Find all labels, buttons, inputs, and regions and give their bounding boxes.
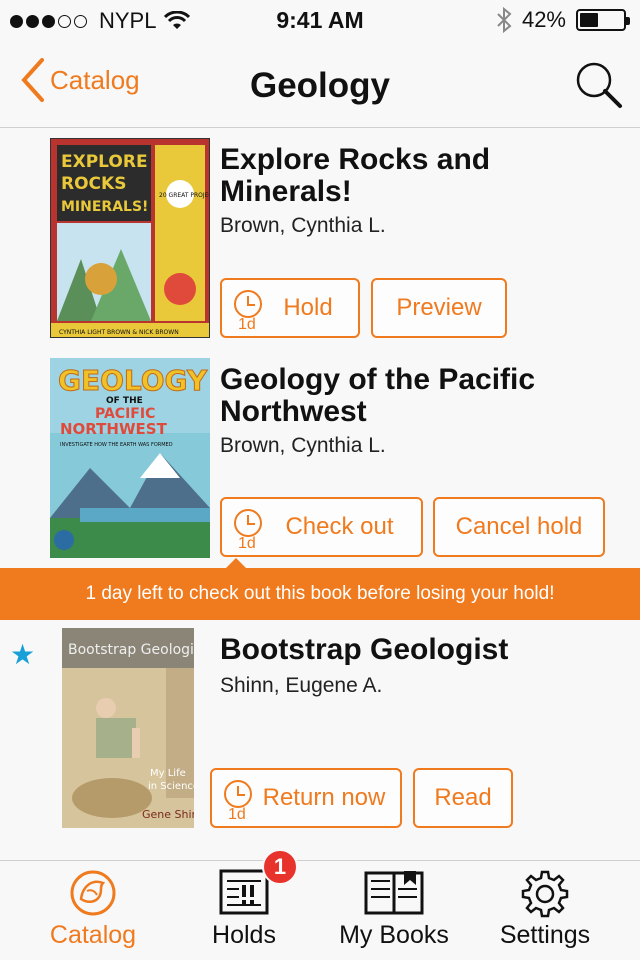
cancel-hold-button[interactable]: Cancel hold <box>433 497 605 557</box>
days-remaining: 1d <box>238 535 256 552</box>
bluetooth-icon <box>497 7 512 33</box>
gear-icon <box>521 870 569 918</box>
svg-text:Bootstrap Geologist: Bootstrap Geologist <box>68 642 194 658</box>
battery-icon <box>576 9 630 31</box>
button-label: Cancel hold <box>455 513 583 540</box>
days-remaining: 1d <box>238 316 256 333</box>
svg-text:GEOLOGY: GEOLOGY <box>58 364 208 397</box>
svg-text:20 GREAT PROJECTS: 20 GREAT PROJECTS <box>159 192 210 199</box>
hold-expiry-banner: 1 day left to check out this book before… <box>0 558 640 620</box>
svg-text:INVESTIGATE HOW THE EARTH WAS: INVESTIGATE HOW THE EARTH WAS FORMED <box>60 442 173 448</box>
button-label: Hold <box>283 294 333 321</box>
holds-badge: 1 <box>262 849 298 885</box>
book-cover[interactable]: GEOLOGY OF THE PACIFIC NORTHWEST INVESTI… <box>50 358 210 558</box>
button-label: Preview <box>396 294 482 321</box>
book-title[interactable]: Bootstrap Geologist <box>220 634 630 666</box>
book-author: Brown, Cynthia L. <box>220 434 386 457</box>
book-cover[interactable]: Bootstrap Geologist My Life in Science G… <box>62 628 194 828</box>
clock-icon <box>224 780 252 808</box>
list-item[interactable]: EXPLORE ROCKS MINERALS! 20 GREAT PROJECT… <box>0 128 640 348</box>
tab-label: Settings <box>499 921 591 949</box>
tab-label: Catalog <box>49 921 137 949</box>
svg-text:EXPLORE: EXPLORE <box>61 152 148 172</box>
button-label: Read <box>434 784 492 811</box>
tab-label: My Books <box>339 921 449 949</box>
svg-text:in Science: in Science <box>148 781 194 792</box>
holds-icon <box>219 869 269 915</box>
days-remaining: 1d <box>228 806 246 823</box>
preview-button[interactable]: Preview <box>371 278 507 338</box>
search-icon <box>576 62 622 108</box>
clock-icon <box>234 509 262 537</box>
tab-my-books[interactable]: My Books <box>314 861 474 960</box>
search-button[interactable] <box>574 60 624 115</box>
button-label: Return now <box>262 784 386 811</box>
tab-catalog[interactable]: Catalog <box>13 861 173 960</box>
svg-text:CYNTHIA LIGHT BROWN & NICK BRO: CYNTHIA LIGHT BROWN & NICK BROWN <box>59 329 179 336</box>
cover-art-image: GEOLOGY OF THE PACIFIC NORTHWEST INVESTI… <box>50 358 210 558</box>
check-out-button[interactable]: 1d Check out <box>220 497 423 557</box>
book-author: Brown, Cynthia L. <box>220 214 386 237</box>
list-item[interactable]: GEOLOGY OF THE PACIFIC NORTHWEST INVESTI… <box>0 348 640 568</box>
cover-art-image: EXPLORE ROCKS MINERALS! 20 GREAT PROJECT… <box>51 139 210 337</box>
tab-bar: Catalog 1 Holds My Books Settings <box>0 849 640 960</box>
tab-label: Holds <box>212 921 276 949</box>
book-icon <box>364 871 424 915</box>
svg-text:My Life: My Life <box>150 768 186 779</box>
tab-settings[interactable]: Settings <box>465 861 625 960</box>
return-now-button[interactable]: 1d Return now <box>210 768 402 828</box>
book-title[interactable]: Geology of the Pacific Northwest <box>220 364 630 428</box>
svg-text:ROCKS: ROCKS <box>61 174 126 194</box>
hold-button[interactable]: 1d Hold <box>220 278 360 338</box>
svg-text:MINERALS!: MINERALS! <box>61 199 148 215</box>
book-title[interactable]: Explore Rocks and Minerals! <box>220 144 630 208</box>
battery-percent: 42% <box>521 7 566 32</box>
book-author: Shinn, Eugene A. <box>220 674 383 697</box>
svg-text:NORTHWEST: NORTHWEST <box>60 420 168 438</box>
book-cover[interactable]: EXPLORE ROCKS MINERALS! 20 GREAT PROJECT… <box>50 138 210 338</box>
svg-text:Gene Shinn: Gene Shinn <box>142 808 194 821</box>
lion-icon <box>70 870 116 916</box>
cover-art-image: Bootstrap Geologist My Life in Science G… <box>62 628 194 828</box>
status-right: 42% <box>496 7 630 33</box>
page-title: Geology <box>249 66 391 105</box>
svg-text:OF THE: OF THE <box>106 396 143 406</box>
status-bar: NYPL 9:41 AM 42% <box>0 0 640 40</box>
banner-message: 1 day left to check out this book before… <box>85 583 555 604</box>
list-item[interactable]: Bootstrap Geologist My Life in Science G… <box>0 620 640 850</box>
clock-icon <box>234 290 262 318</box>
button-label: Check out <box>285 513 394 540</box>
tab-holds[interactable]: 1 Holds <box>164 849 324 960</box>
navigation-bar: Catalog Geology <box>0 40 640 128</box>
read-button[interactable]: Read <box>413 768 513 828</box>
